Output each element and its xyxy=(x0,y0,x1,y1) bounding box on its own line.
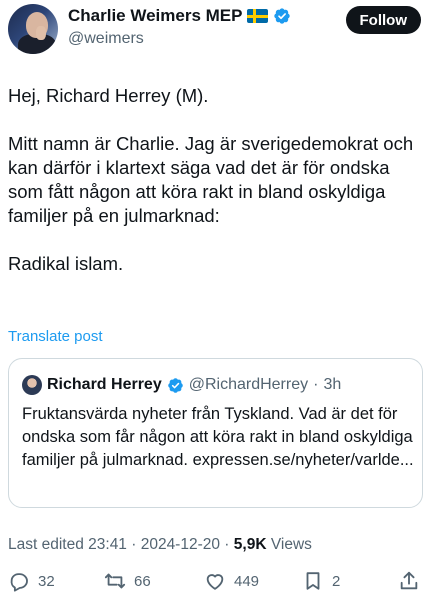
heart-icon xyxy=(206,574,224,590)
views-label: Views xyxy=(270,536,312,553)
translate-post-link[interactable]: Translate post xyxy=(8,328,103,345)
views-count: 5,9K xyxy=(233,536,267,553)
edited-timestamp[interactable]: Last edited 23:41 · 2024-12-20 xyxy=(8,536,220,553)
quoted-author-name: Richard Herrey xyxy=(47,376,162,393)
post-paragraph: Hej, Richard Herrey (M). xyxy=(8,85,209,106)
action-bar: 32 66 449 2 xyxy=(8,568,421,598)
bookmark-count: 2 xyxy=(332,572,341,590)
author-avatar[interactable] xyxy=(8,4,58,54)
quoted-post-text: Fruktansvärda nyheter från Tyskland. Vad… xyxy=(22,405,414,469)
like-button[interactable]: 449 xyxy=(204,570,259,592)
sweden-flag-icon xyxy=(247,9,269,23)
repost-button[interactable]: 66 xyxy=(104,570,151,592)
post-meta: Last edited 23:41 · 2024-12-20 · 5,9K Vi… xyxy=(8,536,312,554)
post-header: Charlie Weimers MEP @weimers Follow xyxy=(8,4,421,56)
repost-count: 66 xyxy=(134,572,151,590)
quoted-author-avatar xyxy=(22,375,42,395)
post-body: Hej, Richard Herrey (M). Mitt namn är Ch… xyxy=(8,84,423,276)
share-button[interactable] xyxy=(398,570,420,592)
like-count: 449 xyxy=(234,572,260,590)
share-icon xyxy=(400,571,418,590)
bookmark-button[interactable]: 2 xyxy=(302,570,340,592)
author-name-row: Charlie Weimers MEP xyxy=(68,6,291,26)
meta-separator: · xyxy=(220,536,234,553)
quoted-author-handle: @RichardHerrey xyxy=(188,376,309,393)
author-handle[interactable]: @weimers xyxy=(68,30,144,48)
reply-icon xyxy=(10,573,28,592)
quoted-post-card[interactable]: Richard Herrey @RichardHerrey · 3h Frukt… xyxy=(8,358,423,508)
post-paragraph: Mitt namn är Charlie. Jag är sverigedemo… xyxy=(8,133,414,226)
verified-badge-icon xyxy=(274,8,291,24)
author-display-name[interactable]: Charlie Weimers MEP xyxy=(68,6,242,26)
quoted-timestamp: 3h xyxy=(323,376,342,393)
reply-count: 32 xyxy=(38,572,55,590)
reply-button[interactable]: 32 xyxy=(8,570,55,592)
quoted-separator: · xyxy=(313,376,319,393)
bookmark-icon xyxy=(306,572,320,590)
post-paragraph: Radikal islam. xyxy=(8,253,124,274)
verified-badge-icon xyxy=(167,377,183,393)
follow-button[interactable]: Follow xyxy=(345,6,421,34)
repost-icon xyxy=(104,573,126,589)
quoted-post-header: Richard Herrey @RichardHerrey · 3h xyxy=(22,375,341,395)
